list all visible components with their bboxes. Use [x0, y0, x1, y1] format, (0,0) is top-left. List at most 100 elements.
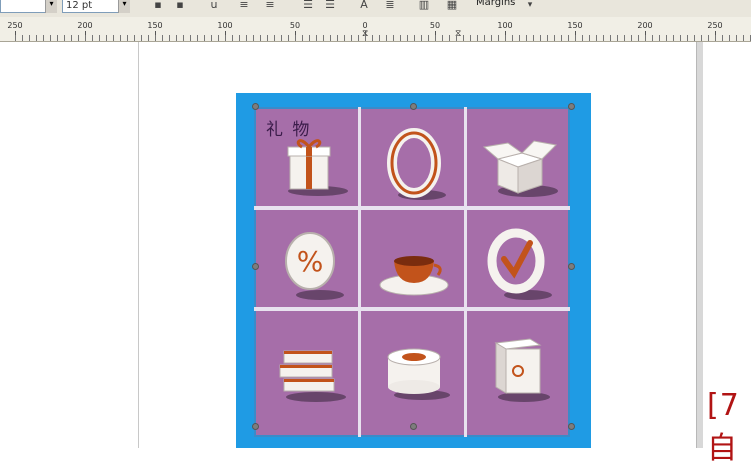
ruler-minor-tick — [554, 35, 555, 41]
ruler-minor-tick — [449, 35, 450, 41]
safe-icon — [470, 313, 566, 409]
ruler-minor-tick — [743, 35, 744, 41]
ruler-minor-tick — [225, 35, 226, 41]
underline-icon[interactable]: u — [206, 0, 222, 12]
align-center-icon[interactable]: ≡ — [262, 0, 278, 12]
ruler-minor-tick — [71, 35, 72, 41]
ruler-minor-tick — [470, 35, 471, 41]
ruler-minor-tick — [708, 35, 709, 41]
ruler-label: 200 — [637, 21, 653, 30]
bold-icon[interactable]: ▪ — [150, 0, 166, 12]
ruler-minor-tick — [113, 35, 114, 41]
ruler-minor-tick — [85, 35, 86, 41]
page-left-edge — [138, 42, 139, 448]
ruler-minor-tick — [491, 35, 492, 41]
align-left-icon[interactable]: ≡ — [236, 0, 252, 12]
ruler-minor-tick — [477, 35, 478, 41]
font-name-field[interactable] — [0, 0, 48, 13]
columns-icon[interactable]: ▥ — [416, 0, 432, 12]
ruler-minor-tick — [260, 35, 261, 41]
ruler-minor-tick — [547, 35, 548, 41]
resize-handle-left[interactable] — [252, 263, 259, 270]
margins-label[interactable]: Margins — [476, 0, 515, 8]
percent-icon: % — [262, 213, 358, 309]
ruler-minor-tick — [302, 35, 303, 41]
ruler-minor-tick — [204, 35, 205, 41]
ruler-minor-tick — [414, 35, 415, 41]
font-size-dropdown[interactable]: ▾ — [118, 0, 130, 13]
ruler-minor-tick — [218, 35, 219, 41]
ruler-minor-tick — [134, 35, 135, 41]
ruler-minor-tick — [386, 35, 387, 41]
ruler-minor-tick — [631, 35, 632, 41]
ruler-minor-tick — [232, 35, 233, 41]
ruler-label: 250 — [7, 21, 23, 30]
numbering-icon[interactable]: ☰ — [322, 0, 338, 12]
ruler-minor-tick — [428, 35, 429, 41]
ruler-minor-tick — [141, 35, 142, 41]
ruler-minor-tick — [288, 35, 289, 41]
ruler-label: 50 — [289, 21, 301, 30]
ruler-minor-tick — [659, 35, 660, 41]
resize-handle-right[interactable] — [568, 263, 575, 270]
resize-handle-bottom-right[interactable] — [568, 423, 575, 430]
resize-handle-top[interactable] — [410, 103, 417, 110]
ruler-minor-tick — [64, 35, 65, 41]
italic-icon[interactable]: ▪ — [172, 0, 188, 12]
ruler-label: 50 — [429, 21, 441, 30]
ruler-minor-tick — [15, 35, 16, 41]
ruler-minor-tick — [50, 35, 51, 41]
ruler-minor-tick — [57, 35, 58, 41]
resize-handle-top-right[interactable] — [568, 103, 575, 110]
ruler-minor-tick — [561, 35, 562, 41]
ruler-minor-tick — [617, 35, 618, 41]
ruler-minor-tick — [106, 35, 107, 41]
ruler-minor-tick — [211, 35, 212, 41]
ruler-minor-tick — [722, 35, 723, 41]
ring-icon — [366, 113, 462, 209]
ruler-minor-tick — [267, 35, 268, 41]
ruler-minor-tick — [596, 35, 597, 41]
margins-dropdown-icon[interactable]: ▾ — [522, 0, 538, 12]
bullets-icon[interactable]: ☰ — [300, 0, 316, 12]
horizontal-ruler[interactable]: ⧖ ⧖ 25020015010050050100150200250 — [0, 17, 751, 42]
resize-handle-bottom[interactable] — [410, 423, 417, 430]
ruler-label: 100 — [217, 21, 233, 30]
ruler-minor-tick — [694, 35, 695, 41]
document-workspace[interactable]: 礼 物 % — [0, 42, 751, 448]
table-icon[interactable]: ▦ — [444, 0, 460, 12]
ruler-label: 100 — [497, 21, 513, 30]
ruler-minor-tick — [162, 35, 163, 41]
resize-handle-bottom-left[interactable] — [252, 423, 259, 430]
ruler-minor-tick — [127, 35, 128, 41]
outdent-icon[interactable]: ≣ — [382, 0, 398, 12]
ruler-minor-tick — [365, 35, 366, 41]
font-name-dropdown[interactable]: ▾ — [45, 0, 57, 13]
ruler-label: 0 — [362, 21, 368, 30]
ruler-minor-tick — [197, 35, 198, 41]
ruler-minor-tick — [120, 35, 121, 41]
ruler-minor-tick — [624, 35, 625, 41]
formatting-toolbar: ▾ 12 pt ▾ ▪ ▪ u ≡ ≡ ☰ ☰ A ≣ ▥ ▦ Margins … — [0, 0, 751, 18]
indent-icon[interactable]: A — [356, 0, 372, 12]
ruler-minor-tick — [463, 35, 464, 41]
checkmark-icon — [470, 213, 566, 309]
ruler-minor-tick — [274, 35, 275, 41]
ruler-minor-tick — [442, 35, 443, 41]
ruler-minor-tick — [512, 35, 513, 41]
ruler-minor-tick — [169, 35, 170, 41]
ruler-minor-tick — [652, 35, 653, 41]
ruler-minor-tick — [435, 35, 436, 41]
ruler-minor-tick — [330, 35, 331, 41]
ruler-minor-tick — [155, 35, 156, 41]
ruler-minor-tick — [498, 35, 499, 41]
selected-image-frame[interactable]: 礼 物 % — [236, 93, 591, 448]
ruler-minor-tick — [92, 35, 93, 41]
ruler-minor-tick — [505, 35, 506, 41]
resize-handle-top-left[interactable] — [252, 103, 259, 110]
ruler-minor-tick — [393, 35, 394, 41]
ruler-label: 200 — [77, 21, 93, 30]
ruler-minor-tick — [456, 35, 457, 41]
ruler-minor-tick — [36, 35, 37, 41]
grid-divider — [464, 107, 467, 437]
